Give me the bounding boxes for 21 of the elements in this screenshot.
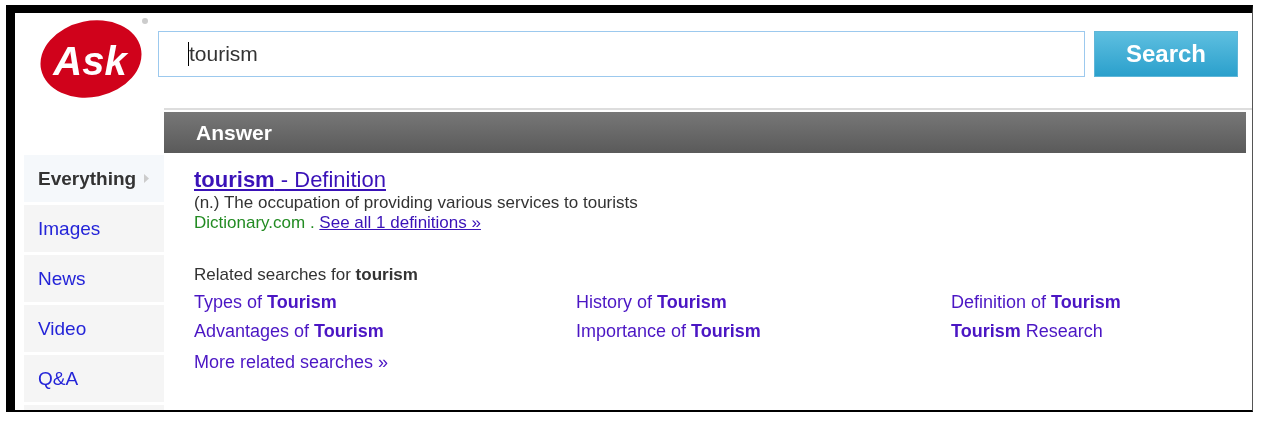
sidebar-item[interactable]: Video: [24, 305, 164, 352]
related-search-link[interactable]: Importance of Tourism: [576, 321, 951, 342]
sidebar-item[interactable]: News: [24, 255, 164, 302]
logo: Ask: [40, 15, 150, 99]
caret-icon: [144, 174, 150, 183]
related-search-link[interactable]: Types of Tourism: [194, 292, 576, 313]
related-search-link[interactable]: Definition of Tourism: [951, 292, 1251, 313]
related-heading: Related searches for tourism: [194, 265, 418, 285]
sidebar-item[interactable]: Q&A: [24, 355, 164, 402]
definition-text: (n.) The occupation of providing various services to tourists: [194, 193, 638, 213]
see-all-link[interactable]: See all 1 definitions »: [319, 213, 481, 232]
answer-header: Answer: [164, 112, 1246, 153]
sidebar-item[interactable]: Everything: [24, 155, 164, 202]
related-search-link[interactable]: Advantages of Tourism: [194, 321, 576, 342]
related-search-link[interactable]: Tourism Research: [951, 321, 1251, 342]
sidebar-item[interactable]: Images: [24, 205, 164, 252]
source-text: Dictionary.com .: [194, 213, 315, 232]
more-link[interactable]: More related searches »: [194, 352, 389, 373]
related-search-link[interactable]: History of Tourism: [576, 292, 951, 313]
search-field[interactable]: tourism: [158, 31, 1085, 77]
definition-link[interactable]: tourism - Definition: [194, 167, 386, 193]
